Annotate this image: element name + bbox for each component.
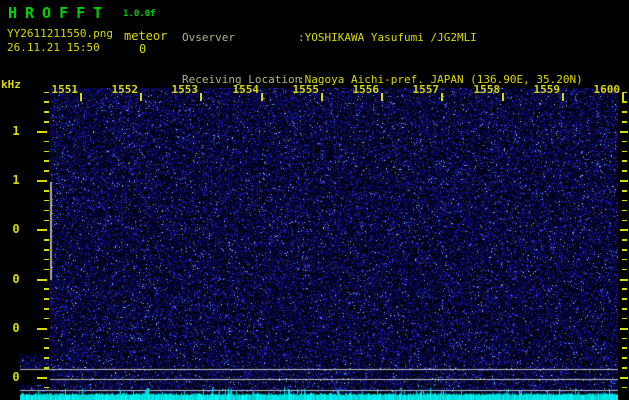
axis-tick: [80, 93, 82, 101]
freq-axis-unit: kHz: [1, 78, 21, 91]
time-label: 1600: [576, 83, 620, 96]
time-label: 1555: [275, 83, 319, 96]
station-row: Ovserver:YOSHIKAWA Yasufumi /JG2MLI: [182, 31, 583, 45]
time-label: 1557: [395, 83, 439, 96]
axis-tick: [44, 121, 49, 123]
axis-tick: [381, 93, 383, 101]
app-title: HROFFT: [8, 4, 110, 22]
axis-tick: [44, 151, 49, 153]
axis-tick: [44, 259, 49, 261]
axis-tick: [44, 92, 49, 94]
axis-tick: [44, 210, 49, 212]
axis-tick: [44, 387, 49, 389]
meteor-count: 0: [139, 42, 146, 56]
axis-tick: [622, 288, 627, 290]
axis-tick: [44, 357, 49, 359]
axis-tick: [622, 249, 627, 251]
axis-tick: [44, 298, 49, 300]
axis-tick: [44, 170, 49, 172]
axis-tick: [622, 190, 627, 192]
axis-tick: [622, 338, 627, 340]
axis-tick: [44, 249, 49, 251]
axis-tick: [44, 220, 49, 222]
axis-tick: [44, 269, 49, 271]
axis-tick: [44, 367, 49, 369]
axis-tick: [44, 338, 49, 340]
axis-tick: [44, 318, 49, 320]
time-label: 1556: [335, 83, 379, 96]
axis-tick: [620, 377, 628, 379]
axis-tick: [622, 357, 627, 359]
time-label: 1558: [456, 83, 500, 96]
axis-tick: [441, 93, 443, 101]
axis-tick: [620, 131, 628, 133]
time-label: 1551: [34, 83, 78, 96]
axis-tick: [622, 121, 627, 123]
axis-tick: [562, 93, 564, 101]
axis-tick: [620, 229, 628, 231]
axis-tick: [140, 93, 142, 101]
axis-tick: [620, 180, 628, 182]
axis-tick: [261, 93, 263, 101]
axis-tick: [622, 151, 627, 153]
axis-tick: [502, 93, 504, 101]
hrofft-window: HROFFT 1.0.0f YY2611211550.png meteor 26…: [0, 0, 629, 400]
axis-tick: [622, 259, 627, 261]
axis-tick: [622, 92, 627, 94]
axis-tick: [622, 210, 627, 212]
axis-tick: [44, 308, 49, 310]
axis-tick: [622, 347, 627, 349]
axis-tick: [37, 279, 47, 281]
spectrogram-canvas: [20, 88, 618, 400]
axis-tick: [622, 220, 627, 222]
axis-tick: [622, 308, 627, 310]
time-label: 1554: [215, 83, 259, 96]
axis-tick: [37, 229, 47, 231]
axis-tick: [37, 131, 47, 133]
axis-tick: [200, 93, 202, 101]
axis-tick: [44, 160, 49, 162]
time-label: 1553: [154, 83, 198, 96]
axis-tick: [44, 141, 49, 143]
axis-tick: [44, 239, 49, 241]
axis-tick: [44, 111, 49, 113]
axis-tick: [620, 328, 628, 330]
time-label: 1559: [516, 83, 560, 96]
mode-label: meteor: [124, 29, 167, 43]
start-datetime: 26.11.21 15:50: [7, 41, 100, 54]
axis-tick: [622, 170, 627, 172]
axis-tick: [44, 200, 49, 202]
axis-tick: [620, 279, 628, 281]
axis-tick: [622, 160, 627, 162]
axis-tick: [37, 377, 47, 379]
axis-tick: [622, 269, 627, 271]
axis-tick: [622, 93, 624, 101]
axis-tick: [622, 387, 627, 389]
axis-tick: [44, 288, 49, 290]
axis-tick: [44, 190, 49, 192]
axis-tick: [37, 180, 47, 182]
axis-tick: [622, 239, 627, 241]
axis-tick: [622, 101, 627, 103]
axis-tick: [622, 141, 627, 143]
axis-tick: [622, 298, 627, 300]
axis-tick: [622, 200, 627, 202]
axis-tick: [37, 328, 47, 330]
axis-tick: [44, 101, 49, 103]
app-version: 1.0.0f: [123, 9, 156, 19]
station-row-label: Ovserver: [182, 31, 298, 45]
axis-tick: [321, 93, 323, 101]
axis-tick: [622, 111, 627, 113]
output-filename: YY2611211550.png: [7, 27, 113, 40]
time-label: 1552: [94, 83, 138, 96]
axis-tick: [44, 347, 49, 349]
axis-tick: [622, 318, 627, 320]
station-row-value: :YOSHIKAWA Yasufumi /JG2MLI: [298, 31, 477, 44]
axis-tick: [622, 367, 627, 369]
